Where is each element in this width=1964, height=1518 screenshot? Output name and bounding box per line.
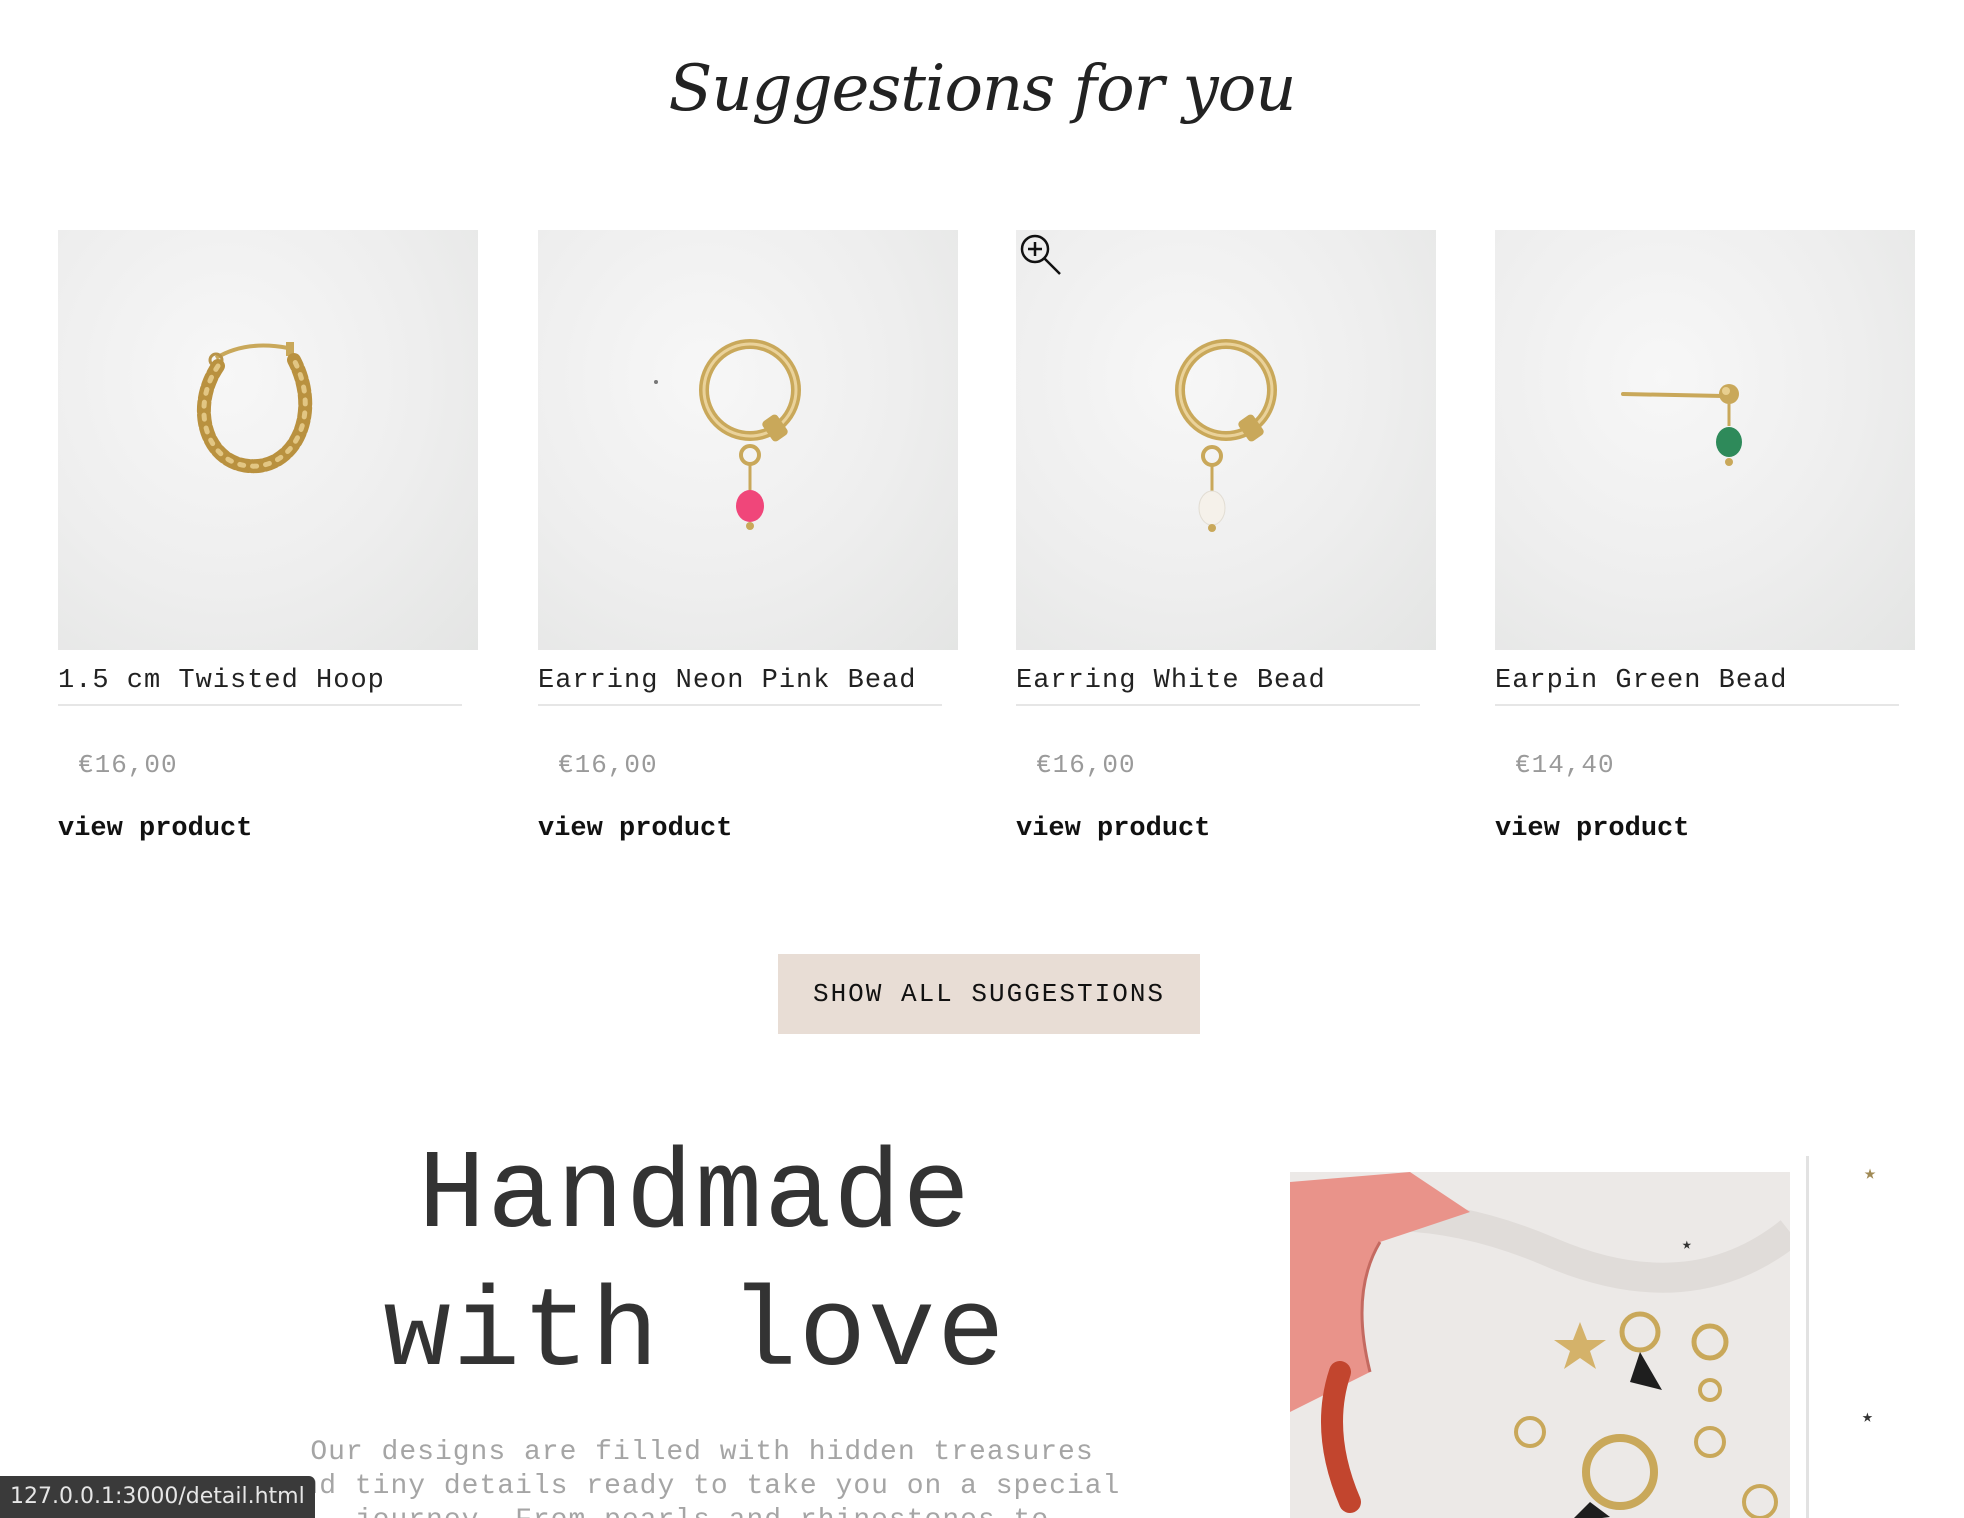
handmade-text-line1: Our designs are filled with hidden treas…: [310, 1437, 1094, 1468]
star-icon: ★: [1864, 1163, 1877, 1186]
product-name[interactable]: Earring Neon Pink Bead: [538, 666, 942, 706]
product-image-neon-pink-bead[interactable]: [538, 230, 958, 650]
zoom-in-icon[interactable]: [1016, 230, 1064, 278]
decorative-divider: [1806, 1156, 1809, 1518]
handmade-feature-image: [1290, 1172, 1790, 1518]
view-product-link[interactable]: view product: [538, 814, 732, 844]
star-icon: ★: [1682, 1236, 1692, 1254]
handmade-text-line2: and tiny details ready to take you on a …: [283, 1471, 1121, 1502]
handmade-title-line2: with love: [383, 1271, 1007, 1398]
jewelry-flatlay-illustration: [1290, 1172, 1790, 1518]
browser-status-bar: 127.0.0.1:3000/detail.html: [0, 1476, 315, 1518]
product-name[interactable]: Earring White Bead: [1016, 666, 1420, 706]
product-price: €16,00: [78, 750, 178, 780]
handmade-title-line1: Handmade: [418, 1133, 972, 1260]
view-product-link[interactable]: view product: [1495, 814, 1689, 844]
view-product-link[interactable]: view product: [1016, 814, 1210, 844]
product-price: €14,40: [1515, 750, 1615, 780]
handmade-description: Our designs are filled with hidden treas…: [282, 1436, 1122, 1518]
green-bead-earpin-illustration: [1621, 384, 1742, 466]
star-icon: ★: [1862, 1408, 1873, 1428]
product-image-twisted-hoop[interactable]: [58, 230, 478, 650]
product-image-white-bead[interactable]: [1016, 230, 1436, 650]
product-price: €16,00: [1036, 750, 1136, 780]
product-card: Earring Neon Pink Bead €16,00 view produ…: [538, 230, 958, 870]
show-all-suggestions-button[interactable]: SHOW ALL SUGGESTIONS: [778, 954, 1200, 1034]
product-name[interactable]: 1.5 cm Twisted Hoop: [58, 666, 462, 706]
white-bead-earring-illustration: [1175, 339, 1277, 532]
product-card: Earpin Green Bead €14,40 view product: [1495, 230, 1915, 870]
product-name[interactable]: Earpin Green Bead: [1495, 666, 1899, 706]
product-image-green-bead[interactable]: [1495, 230, 1915, 650]
product-card: Earring White Bead €16,00 view product: [1016, 230, 1436, 870]
product-grid: 1.5 cm Twisted Hoop €16,00 view product …: [58, 230, 1918, 870]
pink-bead-earring-illustration: [654, 339, 801, 530]
handmade-text-line3: journey. From pearls and rhinestones to: [355, 1505, 1049, 1518]
suggestions-title: Suggestions for you: [668, 52, 1297, 126]
product-card: 1.5 cm Twisted Hoop €16,00 view product: [58, 230, 478, 870]
handmade-title: Handmade with love: [290, 1128, 1100, 1404]
twisted-hoop-illustration: [196, 342, 313, 474]
view-product-link[interactable]: view product: [58, 814, 252, 844]
page: Suggestions for you 1.5 cm Twisted Hoop …: [0, 0, 1964, 1518]
product-price: €16,00: [558, 750, 658, 780]
